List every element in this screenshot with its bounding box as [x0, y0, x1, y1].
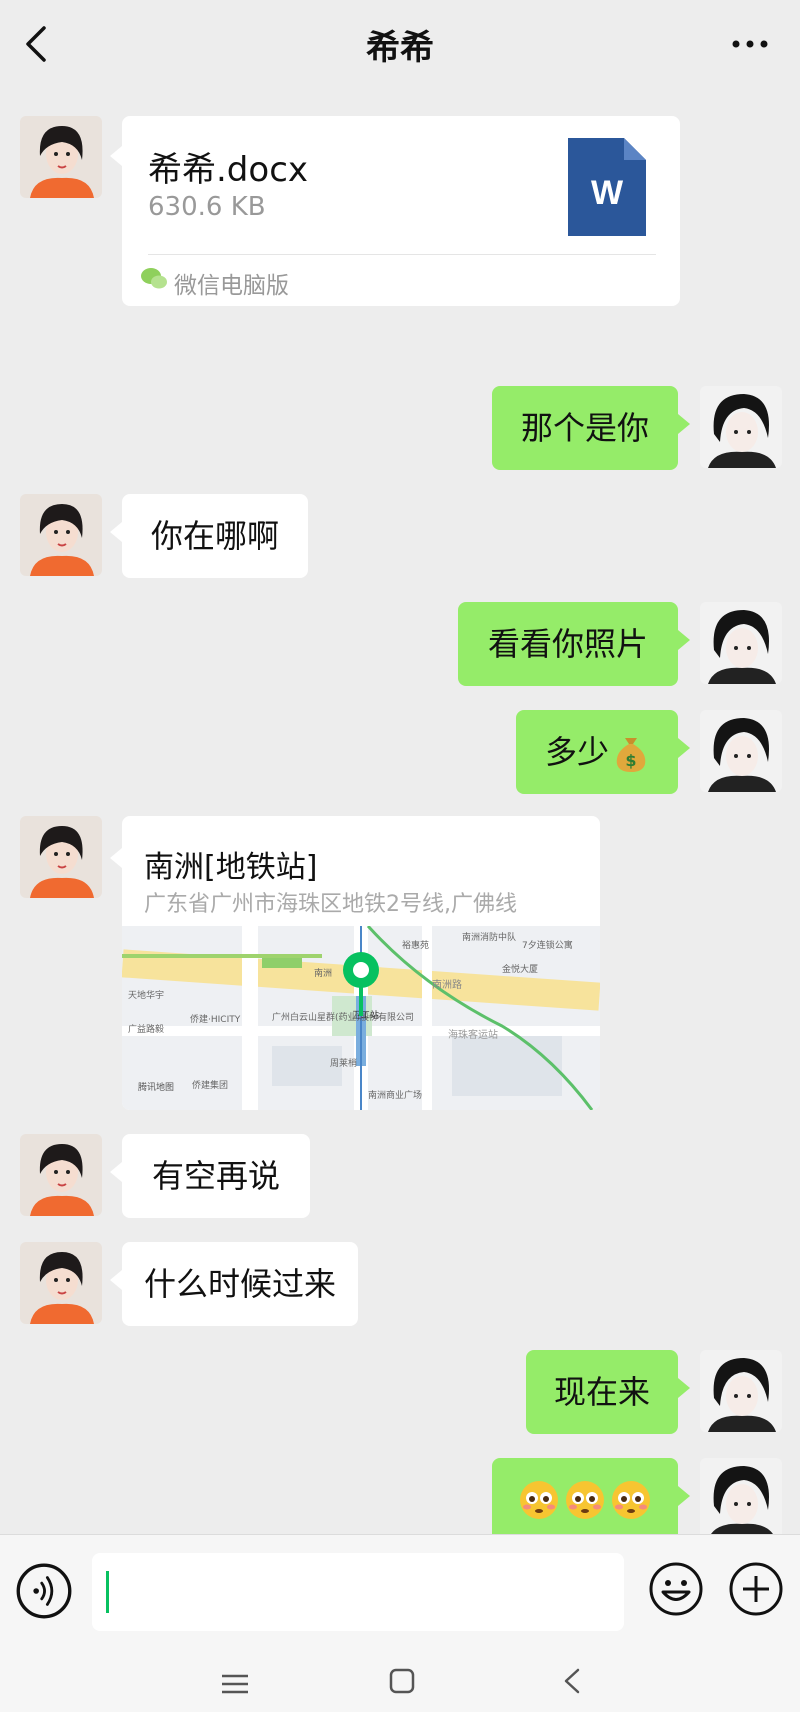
- menu-icon[interactable]: [218, 1672, 252, 1696]
- file-message[interactable]: 希希.docx 630.6 KB W 微信电脑版: [110, 116, 680, 306]
- plus-icon[interactable]: [728, 1561, 784, 1617]
- message-text: 现在来: [553, 1373, 650, 1411]
- map-label: 腾讯地图: [138, 1081, 174, 1093]
- map-label: 侨建集团: [192, 1079, 228, 1091]
- map-label: 金悦大厦: [502, 963, 538, 975]
- map-label: 7夕连锁公寓: [522, 939, 573, 951]
- word-letter: W: [591, 174, 624, 212]
- message-input[interactable]: [92, 1553, 624, 1631]
- contact-avatar[interactable]: [20, 816, 102, 898]
- money-bag-icon: $: [616, 738, 646, 772]
- my-avatar[interactable]: [700, 602, 782, 684]
- input-bar: [0, 1534, 800, 1648]
- message-bubble-received[interactable]: 你在哪啊: [110, 494, 308, 578]
- map-preview[interactable]: 裕惠苑 南洲消防中队 7夕连锁公寓 金悦大厦 天地华宇 侨建·HICITY 广州…: [122, 926, 600, 1110]
- map-label: 天地华宇: [128, 989, 164, 1001]
- map-label: 侨建·HICITY: [190, 1013, 241, 1025]
- word-file-icon: W: [568, 138, 646, 236]
- message-text: 多少: [544, 733, 609, 771]
- contact-avatar[interactable]: [20, 1242, 102, 1324]
- message-bubble-received[interactable]: 什么时候过来: [110, 1242, 358, 1326]
- back-icon[interactable]: [560, 1666, 584, 1696]
- contact-avatar[interactable]: [20, 494, 102, 576]
- message-bubble-sent[interactable]: 多少 $: [516, 710, 690, 794]
- location-message[interactable]: 南洲[地铁站] 广东省广州市海珠区地铁2号线,广佛线 裕惠苑 南洲消防中队 7夕…: [122, 816, 600, 1110]
- map-label: 广州白云山星群(药业)股份有限公司: [272, 1011, 414, 1023]
- message-text: 看看你照片: [487, 625, 648, 663]
- voice-icon[interactable]: [16, 1563, 72, 1619]
- flushed-face-icon: [612, 1481, 650, 1519]
- my-avatar[interactable]: [700, 1350, 782, 1432]
- contact-avatar[interactable]: [20, 116, 102, 198]
- svg-text:$: $: [625, 751, 636, 770]
- divider: [148, 254, 656, 255]
- message-bubble-sent[interactable]: 看看你照片: [458, 602, 690, 686]
- file-source-label: 微信电脑版: [174, 273, 289, 299]
- emoji-icon[interactable]: [648, 1561, 704, 1617]
- map-label: 南洲: [314, 967, 332, 979]
- map-image: 裕惠苑 南洲消防中队 7夕连锁公寓 金悦大厦 天地华宇 侨建·HICITY 广州…: [122, 926, 600, 1110]
- message-text: 有空再说: [151, 1157, 280, 1195]
- chat-title: 希希: [366, 28, 434, 68]
- map-label: 广益路毅: [128, 1023, 164, 1035]
- map-label: 南洲路: [432, 978, 462, 991]
- more-icon[interactable]: [728, 26, 772, 62]
- flushed-face-icon: [566, 1481, 604, 1519]
- map-label: 南洲消防中队: [462, 931, 516, 943]
- text-caret: [106, 1571, 109, 1613]
- message-bubble-sent[interactable]: 现在来: [526, 1350, 690, 1434]
- message-bubble-received[interactable]: 有空再说: [110, 1134, 310, 1218]
- file-size: 630.6 KB: [148, 192, 266, 222]
- flushed-face-icon: [520, 1481, 558, 1519]
- map-label: 南洲商业广场: [368, 1089, 422, 1101]
- map-label: 裕惠苑: [402, 939, 429, 951]
- map-label: 卫工站: [352, 1009, 379, 1021]
- wechat-icon: [141, 268, 167, 289]
- message-text: 什么时候过来: [143, 1265, 336, 1303]
- map-label: 周莱梢: [330, 1057, 357, 1069]
- my-avatar[interactable]: [700, 1458, 782, 1540]
- contact-avatar[interactable]: [20, 1134, 102, 1216]
- message-text: 那个是你: [520, 409, 649, 447]
- message-bubble-sent[interactable]: [492, 1458, 690, 1542]
- map-label: 海珠客运站: [448, 1028, 498, 1041]
- message-bubble-sent[interactable]: 那个是你: [492, 386, 690, 470]
- file-name: 希希.docx: [148, 150, 309, 190]
- location-name: 南洲[地铁站]: [144, 850, 318, 885]
- message-text: 你在哪啊: [150, 517, 279, 555]
- chat-header: 希希: [0, 0, 800, 88]
- system-nav-bar: [0, 1648, 800, 1712]
- home-icon[interactable]: [388, 1666, 416, 1696]
- my-avatar[interactable]: [700, 386, 782, 468]
- location-address: 广东省广州市海珠区地铁2号线,广佛线: [144, 892, 517, 917]
- my-avatar[interactable]: [700, 710, 782, 792]
- bubble-tail: [110, 848, 122, 868]
